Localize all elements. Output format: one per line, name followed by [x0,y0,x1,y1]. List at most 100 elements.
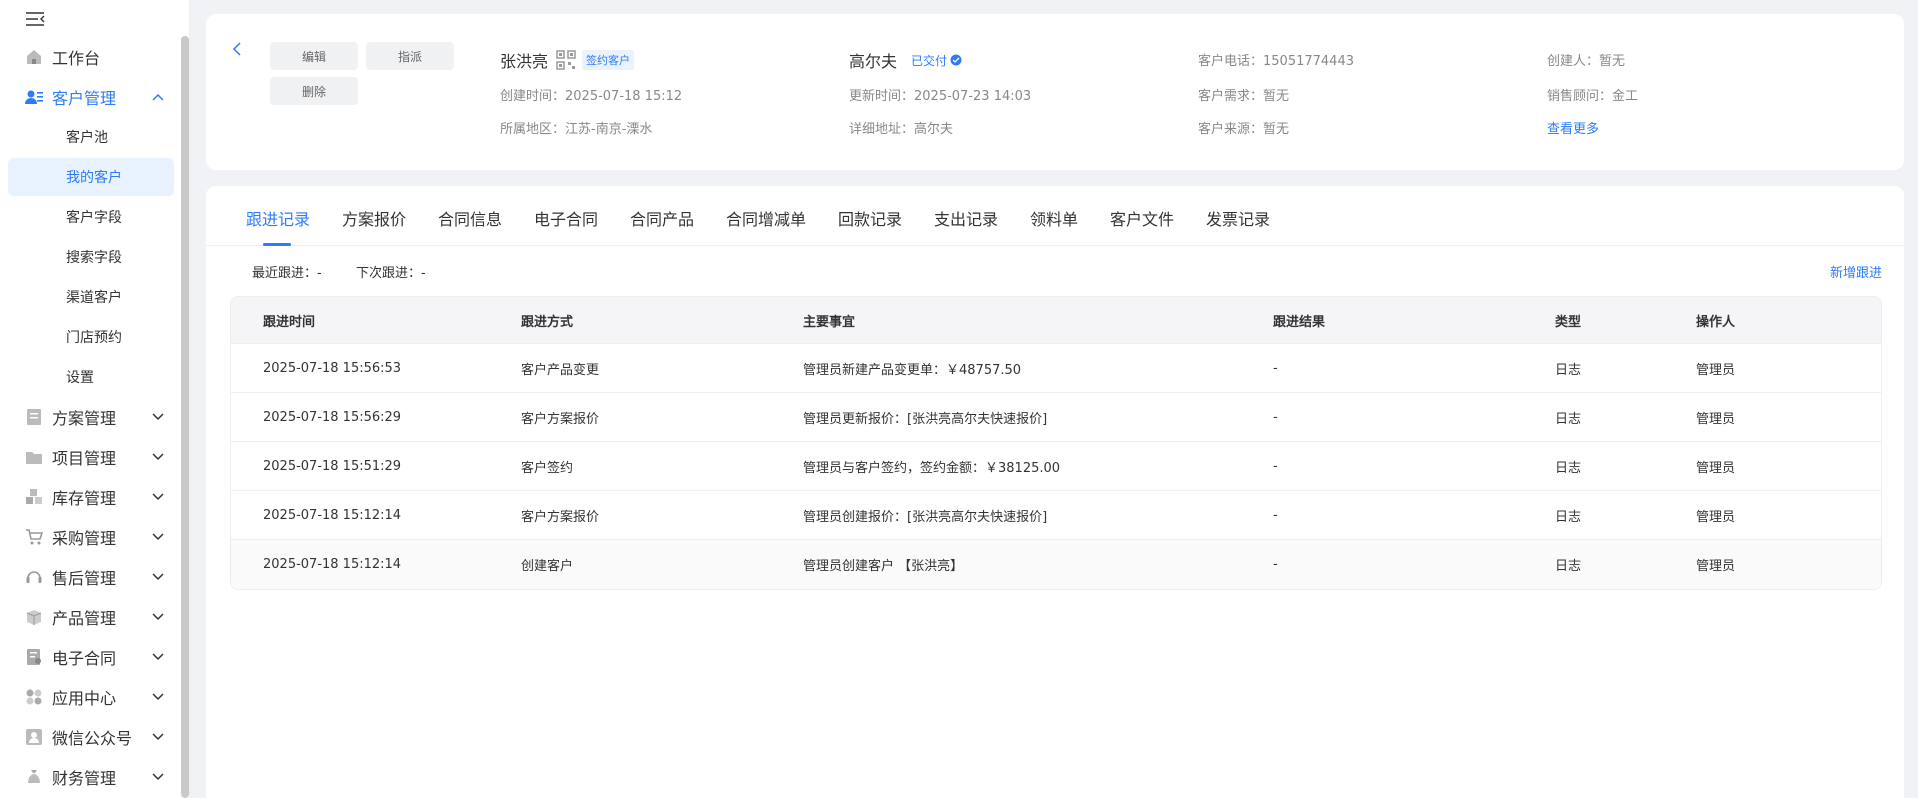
sidebar-item-purchase-management[interactable]: 采购管理 [0,518,180,556]
sidebar-item-wechat[interactable]: 微信公众号 [0,718,180,756]
document-icon [24,407,44,427]
tab-customer-files[interactable]: 客户文件 [1110,206,1174,230]
project-name: 高尔夫 [849,52,898,71]
sidebar-item-project-management[interactable]: 项目管理 [0,438,180,476]
chevron-down-icon [150,649,166,665]
chevron-down-icon [150,689,166,705]
tab-plan-quote[interactable]: 方案报价 [342,206,406,230]
customer-source: 客户来源：暂无 [1198,122,1290,137]
table-header-row: 跟进时间 跟进方式 主要事宜 跟进结果 类型 操作人 [231,297,1881,344]
next-follow: 下次跟进：- [356,266,426,281]
column-header: 操作人 [1696,314,1736,330]
delete-button[interactable]: 删除 [270,77,358,105]
tab-contract-changes[interactable]: 合同增减单 [726,206,806,230]
creator: 创建人：暂无 [1547,54,1626,69]
sidebar-item-inventory-management[interactable]: 库存管理 [0,478,180,516]
customer-name-row: 张洪亮 签约客户 [500,48,635,72]
sidebar-item-label: 工作台 [52,49,101,68]
tab-follow-records[interactable]: 跟进记录 [246,206,310,230]
assign-button[interactable]: 指派 [366,42,454,70]
money-bag-icon [24,767,44,787]
follow-records-table: 跟进时间 跟进方式 主要事宜 跟进结果 类型 操作人 2025-07-18 15… [230,296,1882,590]
column-header: 类型 [1555,314,1582,330]
table-row[interactable]: 2025-07-18 15:56:29 客户方案报价 管理员更新报价：[张洪亮高… [231,393,1881,442]
sidebar-item-label: 方案管理 [52,409,117,428]
view-more-link[interactable]: 查看更多 [1547,118,1599,137]
chevron-down-icon [150,609,166,625]
chevron-down-icon [150,729,166,745]
table-row[interactable]: 2025-07-18 15:12:14 客户方案报价 管理员创建报价：[张洪亮高… [231,491,1881,540]
chevron-down-icon [150,409,166,425]
sidebar-subitem-customer-fields[interactable]: 客户字段 [8,198,174,236]
chevron-down-icon [150,449,166,465]
chevron-up-icon [150,89,166,105]
status-badge: 已交付 [911,52,962,69]
sidebar-subitem-customer-pool[interactable]: 客户池 [8,118,174,156]
column-header: 跟进结果 [1273,314,1326,330]
chevron-down-icon [150,569,166,585]
project-name-row: 高尔夫 已交付 [849,48,962,72]
sidebar-item-plan-management[interactable]: 方案管理 [0,398,180,436]
sidebar-item-label: 客户管理 [52,89,117,108]
check-circle-icon [950,54,962,66]
sidebar-scrollbar[interactable] [181,36,189,798]
sidebar-item-workbench[interactable]: 工作台 [0,38,180,76]
tab-payment-records[interactable]: 回款记录 [838,206,902,230]
tab-e-contract[interactable]: 电子合同 [534,206,598,230]
sales-consultant: 销售顾问：金工 [1547,89,1639,104]
sidebar-item-label: 产品管理 [52,609,117,628]
created-time: 创建时间：2025-07-18 15:12 [500,89,683,104]
cart-icon [24,527,44,547]
chevron-down-icon [150,489,166,505]
apps-icon [24,687,44,707]
customer-header-card: 编辑 指派 删除 张洪亮 签约客户 创建时间：2025-07-18 15:12 … [206,14,1904,170]
column-header: 跟进时间 [263,314,316,330]
tab-bar: 跟进记录 方案报价 合同信息 电子合同 合同产品 合同增减单 回款记录 支出记录… [206,186,1904,246]
headset-icon [24,567,44,587]
sidebar-item-product-management[interactable]: 产品管理 [0,598,180,636]
tab-contract-info[interactable]: 合同信息 [438,206,502,230]
sidebar-subitem-search-fields[interactable]: 搜索字段 [8,238,174,276]
sidebar-item-e-contract[interactable]: 电子合同 [0,638,180,676]
sidebar-item-customer-management[interactable]: 客户管理 [0,78,180,116]
back-chevron-icon[interactable] [232,42,246,56]
edit-button[interactable]: 编辑 [270,42,358,70]
menu-collapse-icon[interactable] [24,10,46,28]
sidebar-subitem-store-booking[interactable]: 门店预约 [8,318,174,356]
active-tab-indicator [263,243,291,246]
sidebar: 工作台 客户管理 客户池 我的客户 客户字段 搜索字段 渠道客户 门店预约 设置… [0,0,190,798]
package-icon [24,607,44,627]
contract-icon [24,647,44,667]
tab-contract-products[interactable]: 合同产品 [630,206,694,230]
customer-need: 客户需求：暂无 [1198,89,1290,104]
tab-material-requisition[interactable]: 领料单 [1030,206,1078,230]
table-row[interactable]: 2025-07-18 15:51:29 客户签约 管理员与客户签约，签约金额：￥… [231,442,1881,491]
column-header: 跟进方式 [521,314,574,330]
sidebar-item-app-center[interactable]: 应用中心 [0,678,180,716]
sidebar-subitem-settings[interactable]: 设置 [8,358,174,396]
tab-expense-records[interactable]: 支出记录 [934,206,998,230]
sidebar-subitem-channel-customers[interactable]: 渠道客户 [8,278,174,316]
table-row[interactable]: 2025-07-18 15:12:14 创建客户 管理员创建客户 【张洪亮】 -… [231,540,1881,589]
sidebar-item-label: 库存管理 [52,489,117,508]
sidebar-item-label: 采购管理 [52,529,117,548]
table-row[interactable]: 2025-07-18 15:56:53 客户产品变更 管理员新建产品变更单：￥4… [231,344,1881,393]
tab-invoice-records[interactable]: 发票记录 [1206,206,1270,230]
sidebar-item-label: 应用中心 [52,689,117,708]
updated-time: 更新时间：2025-07-23 14:03 [849,89,1032,104]
region: 所属地区：江苏-南京-溧水 [500,122,653,137]
qrcode-icon[interactable] [556,50,576,70]
sidebar-item-finance[interactable]: 财务管理 [0,758,180,796]
sidebar-item-label: 微信公众号 [52,729,133,748]
add-follow-button[interactable]: 新增跟进 [1830,262,1882,281]
sidebar-item-after-sales[interactable]: 售后管理 [0,558,180,596]
chevron-down-icon [150,769,166,785]
sidebar-subitem-my-customers[interactable]: 我的客户 [8,158,174,196]
wechat-icon [24,727,44,747]
main-content-card: 跟进记录 方案报价 合同信息 电子合同 合同产品 合同增减单 回款记录 支出记录… [206,186,1904,798]
recent-follow: 最近跟进：- [252,266,322,281]
sidebar-item-label: 售后管理 [52,569,117,588]
chevron-down-icon [150,529,166,545]
boxes-icon [24,487,44,507]
users-icon [24,87,44,107]
